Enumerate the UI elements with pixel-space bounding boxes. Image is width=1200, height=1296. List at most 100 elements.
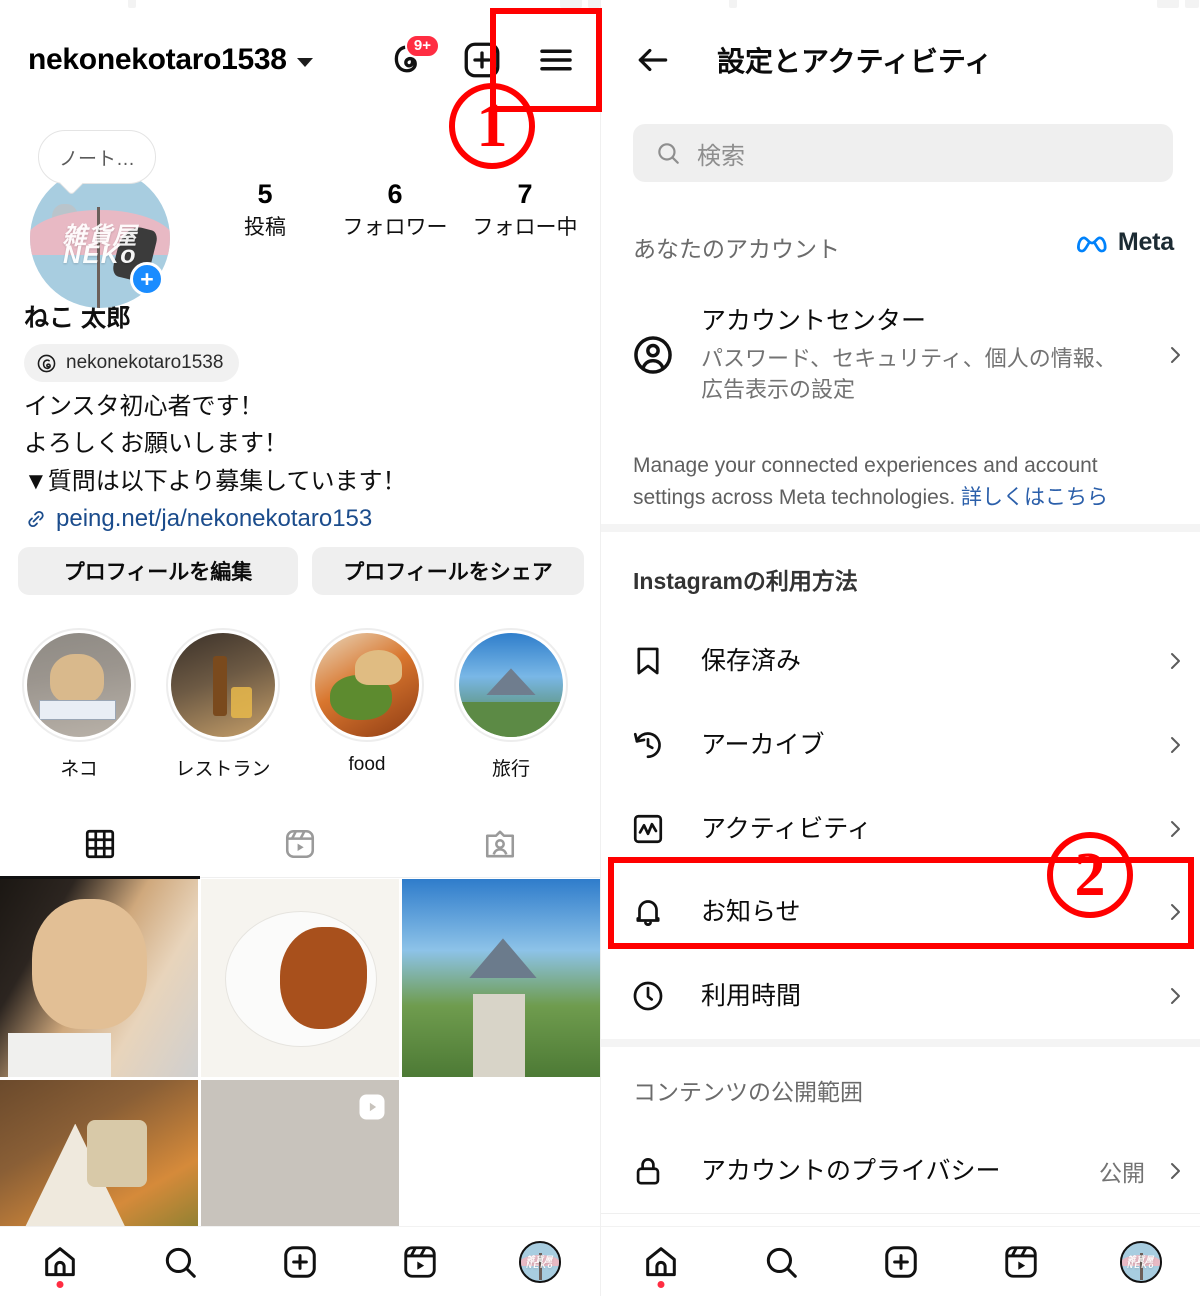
section-divider — [601, 524, 1200, 532]
back-arrow-icon[interactable] — [631, 38, 675, 82]
highlight-food[interactable]: food — [306, 628, 428, 781]
settings-header: 設定とアクティビティ — [601, 30, 1200, 90]
search-icon — [658, 143, 679, 164]
stat-followers[interactable]: 6 フォロワー — [330, 178, 460, 243]
highlight-ring — [22, 628, 136, 742]
search-input[interactable]: 検索 — [633, 124, 1173, 182]
profile-tabs — [0, 810, 600, 878]
bio-line-1: インスタ初心者です！ — [24, 393, 264, 420]
search-icon[interactable] — [749, 1234, 813, 1290]
avatar: 雑貨屋 NEKo — [519, 1240, 561, 1283]
time-spent-row[interactable]: 利用時間 — [601, 963, 1200, 1029]
reels-icon[interactable] — [989, 1234, 1053, 1290]
add-story-button[interactable]: + — [130, 262, 164, 296]
time-spent-label: 利用時間 — [701, 981, 802, 1010]
saved-label: 保存済み — [701, 646, 802, 675]
profile-avatar-nav[interactable]: 雑貨屋 NEKo — [1109, 1234, 1173, 1290]
grid-icon — [85, 829, 115, 859]
bio-link-text: peing.net/ja/nekonekotaro153 — [56, 505, 373, 533]
reels-tab[interactable] — [200, 810, 400, 878]
post-cat[interactable] — [0, 879, 198, 1077]
meta-description-link[interactable]: 詳しくはこちら — [961, 486, 1108, 509]
home-icon[interactable] — [629, 1234, 693, 1290]
status-bar-right — [601, 0, 1200, 12]
activity-chart-icon — [631, 812, 701, 846]
reels-icon[interactable] — [388, 1234, 452, 1290]
highlight-thumb — [315, 633, 419, 737]
account-center-row[interactable]: アカウントセンター パスワード、セキュリティ、個人の情報、広告表示の設定 — [601, 300, 1200, 410]
section-heading-instagram-usage: Instagramの利用方法 — [633, 568, 858, 594]
threads-badge: 9+ — [404, 34, 440, 59]
post-curry[interactable] — [201, 879, 399, 1077]
search-icon[interactable] — [148, 1234, 212, 1290]
stat-posts-label: 投稿 — [244, 215, 286, 239]
chevron-right-icon — [1149, 1159, 1200, 1183]
stat-followers-count: 6 — [387, 179, 403, 209]
archive-label: アーカイブ — [701, 730, 825, 759]
reels-icon — [285, 829, 315, 859]
create-plus-icon[interactable] — [869, 1234, 933, 1290]
annotation-marker-1: 1 — [449, 83, 535, 169]
instagram-profile-panel: nekonekotaro1538 9+ ノート… 雑貨屋 NEKo + 5 投稿… — [0, 0, 600, 1296]
chevron-right-icon — [1149, 649, 1200, 673]
chevron-down-icon — [296, 57, 313, 67]
chevron-right-icon — [1149, 343, 1200, 367]
account-privacy-row[interactable]: アカウントのプライバシー 公開 — [601, 1138, 1200, 1204]
highlight-thumb — [171, 633, 275, 737]
add-story-label: + — [140, 265, 154, 292]
threads-icon[interactable]: 9+ — [386, 34, 440, 82]
post-landscape[interactable] — [402, 879, 600, 1077]
bottom-navigation-left: 雑貨屋 NEKo — [0, 1226, 600, 1296]
meta-brand: Meta — [1075, 228, 1174, 257]
home-icon[interactable] — [28, 1234, 92, 1290]
share-profile-button[interactable]: プロフィールをシェア — [312, 547, 584, 595]
highlight-label: food — [348, 754, 386, 775]
account-circle-icon — [631, 333, 701, 377]
bottom-divider — [601, 1213, 1200, 1214]
settings-and-activity-panel: 設定とアクティビティ 検索 あなたのアカウント Meta アカウントセンター パ… — [600, 0, 1200, 1296]
meta-infinity-icon — [1076, 236, 1107, 252]
stat-following-label: フォロー中 — [472, 215, 578, 239]
bookmark-icon — [631, 644, 701, 678]
username-label: nekonekotaro1538 — [28, 43, 287, 76]
meta-description: Manage your connected experiences and ac… — [633, 450, 1165, 513]
account-center-text: アカウントセンター パスワード、セキュリティ、個人の情報、広告表示の設定 — [701, 305, 1149, 406]
account-center-title: アカウントセンター — [701, 306, 927, 335]
avatar-text-bottom: NEKo — [526, 1260, 554, 1270]
bio-line-3: ▼質問は以下より募集しています！ — [24, 467, 407, 495]
page-title: 設定とアクティビティ — [717, 46, 993, 77]
home-notification-dot — [56, 1280, 64, 1288]
threads-handle-text: nekonekotaro1538 — [66, 352, 224, 373]
highlight-restaurant[interactable]: レストラン — [162, 628, 284, 781]
posts-grid — [0, 879, 600, 1278]
account-privacy-value: 公開 — [1099, 1160, 1145, 1186]
profile-avatar-nav[interactable]: 雑貨屋 NEKo — [508, 1234, 572, 1290]
stat-following[interactable]: 7 フォロー中 — [460, 178, 590, 243]
bio-link-row[interactable]: peing.net/ja/nekonekotaro153 — [24, 500, 584, 537]
threads-at-icon — [37, 354, 56, 372]
clock-icon — [631, 979, 701, 1013]
highlight-thumb — [459, 633, 563, 737]
username-dropdown[interactable]: nekonekotaro1538 — [28, 30, 313, 90]
note-bubble[interactable]: ノート… — [38, 130, 156, 184]
edit-profile-button[interactable]: プロフィールを編集 — [18, 547, 298, 595]
highlight-label: 旅行 — [491, 759, 530, 780]
highlight-travel[interactable]: 旅行 — [450, 628, 572, 781]
chevron-right-icon — [1149, 984, 1200, 1008]
tagged-tab[interactable] — [400, 810, 600, 878]
stat-posts[interactable]: 5 投稿 — [200, 178, 330, 243]
bio-line-2: よろしくお願いします！ — [24, 430, 288, 458]
stat-posts-count: 5 — [257, 179, 273, 209]
highlight-neko[interactable]: ネコ — [18, 628, 140, 781]
create-plus-icon[interactable] — [268, 1234, 332, 1290]
home-notification-dot — [657, 1280, 665, 1288]
saved-row[interactable]: 保存済み — [601, 628, 1200, 694]
archive-clock-icon — [631, 728, 701, 762]
grid-tab[interactable] — [0, 810, 200, 878]
note-bubble-text: ノート… — [58, 148, 135, 170]
avatar: 雑貨屋 NEKo — [1120, 1240, 1162, 1283]
threads-handle-chip[interactable]: nekonekotaro1538 — [24, 344, 240, 382]
archive-row[interactable]: アーカイブ — [601, 712, 1200, 778]
account-privacy-label: アカウントのプライバシー — [701, 1156, 1001, 1185]
bottom-navigation-right: 雑貨屋 NEKo — [601, 1226, 1200, 1296]
